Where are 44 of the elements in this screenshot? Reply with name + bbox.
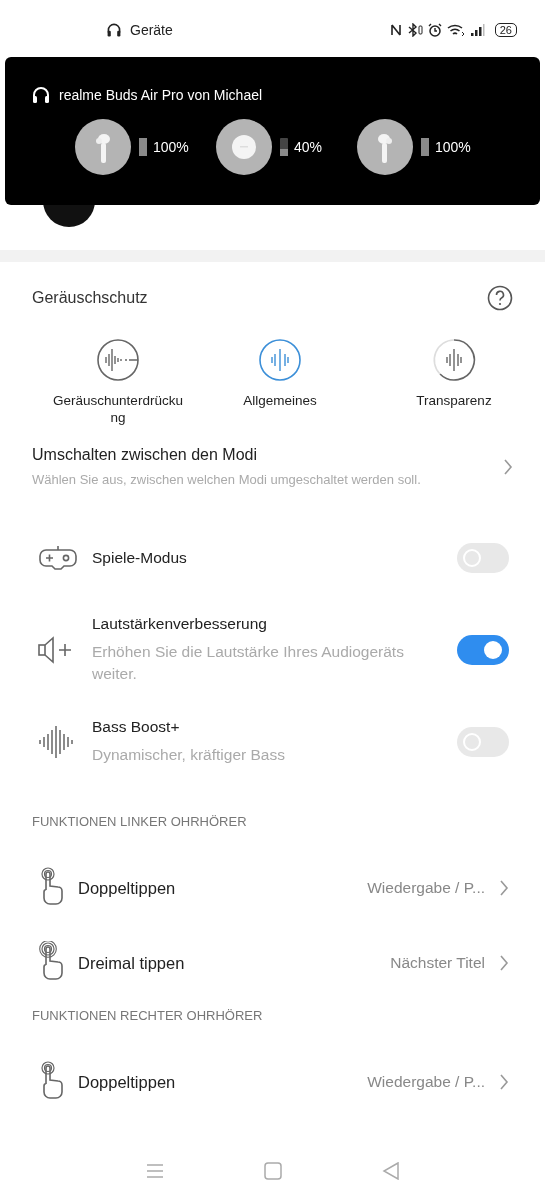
setting-title: Spiele-Modus xyxy=(92,549,188,567)
wifi-icon xyxy=(446,23,465,37)
setting-title: Bass Boost+ xyxy=(92,718,181,736)
switch-modes-row[interactable]: Umschalten zwischen den Modi Wählen Sie aus, zwischen welchen Modi umgeschaltet werden soll. xyxy=(32,446,513,487)
earbud-icon xyxy=(357,119,413,175)
chevron-right-icon xyxy=(503,457,513,476)
status-title: Geräte xyxy=(130,22,173,38)
home-button-icon[interactable] xyxy=(263,1162,282,1180)
help-icon[interactable] xyxy=(487,285,513,311)
battery-indicator: 26 xyxy=(494,23,517,37)
back-icon[interactable] xyxy=(381,1162,400,1180)
section-header: FUNKTIONEN RECHTER OHRHÖRER xyxy=(32,1008,264,1025)
sound-mode-option[interactable]: Geräuschunterdrückung xyxy=(52,338,230,426)
battery-reading: 100% xyxy=(153,139,189,155)
chevron-right-icon xyxy=(499,879,509,897)
chevron-right-icon xyxy=(499,954,509,972)
function-row[interactable]: Dreimal tippen Nächster Titel xyxy=(32,933,509,993)
gamepad-icon xyxy=(38,544,78,572)
battery-icon xyxy=(280,138,288,156)
section-title: Geräuschschutz xyxy=(32,289,148,307)
setting-title: Lautstärkenverbesserung xyxy=(92,615,268,633)
headphones-icon xyxy=(31,85,51,105)
function-row[interactable]: Doppeltippen Wiedergabe / P... xyxy=(32,1052,509,1112)
menu-icon[interactable] xyxy=(145,1163,164,1179)
battery-icon xyxy=(139,138,147,156)
battery-icon xyxy=(421,138,429,156)
signal-icon xyxy=(469,23,486,37)
bluetooth-icon xyxy=(406,23,423,37)
battery-reading: 100% xyxy=(435,139,471,155)
chevron-right-icon xyxy=(499,1073,509,1091)
nfc-icon xyxy=(389,23,402,37)
toggle-switch[interactable] xyxy=(457,635,509,665)
headphones-icon xyxy=(106,22,122,38)
charging-case-icon xyxy=(216,119,272,175)
sound-mode-option[interactable]: Transparenz xyxy=(352,338,545,426)
function-row[interactable]: Doppeltippen Wiedergabe / P... xyxy=(32,858,509,918)
device-name: realme Buds Air Pro von Michael xyxy=(59,87,263,103)
setting-description: Dynamischer, kräftiger Bass xyxy=(92,745,286,765)
earbud-icon xyxy=(75,119,131,175)
sound-mode-option[interactable]: Allgemeines xyxy=(230,338,352,426)
battery-reading: 40% xyxy=(294,139,323,155)
setting-description: Erhöhen Sie die Lautstärke Ihres Audiogeräts weiter. xyxy=(92,642,405,684)
alarm-icon xyxy=(427,23,442,37)
section-header: FUNKTIONEN LINKER OHRHÖRER xyxy=(32,814,248,831)
